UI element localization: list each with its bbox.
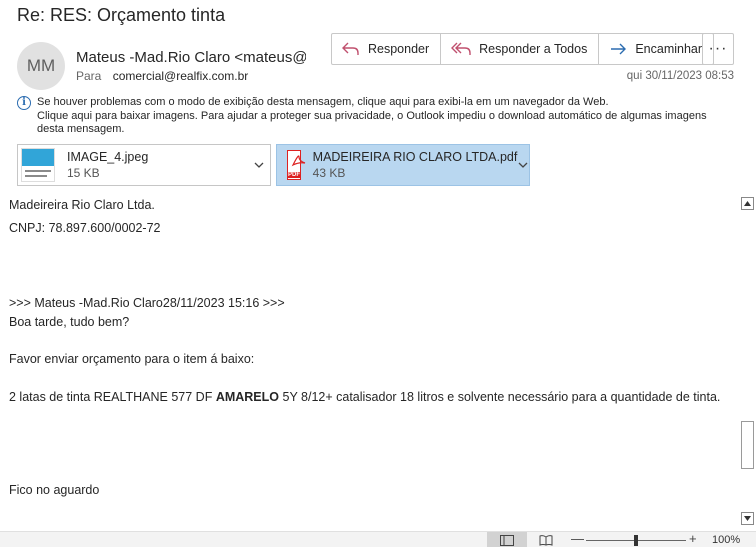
triangle-down-icon: [744, 516, 751, 521]
reply-all-icon: [451, 42, 471, 56]
zoom-in-button[interactable]: +: [689, 531, 697, 546]
reply-icon: [342, 42, 360, 56]
normal-view-icon: [500, 534, 514, 546]
reading-view-icon: [539, 534, 553, 546]
reply-all-button[interactable]: Responder a Todos: [441, 34, 600, 64]
attachment-name: MADEIREIRA RIO CLARO LTDA.pdf: [312, 150, 518, 164]
info-icon: i: [17, 96, 31, 110]
reading-view-button[interactable]: [536, 532, 556, 547]
attachment-image[interactable]: IMAGE_4.jpeg 15 KB: [17, 144, 271, 186]
sender-avatar[interactable]: MM: [17, 42, 65, 90]
pdf-label: PDF: [288, 172, 300, 178]
info-download-images[interactable]: Clique aqui para baixar imagens. Para aj…: [37, 110, 717, 137]
zoom-slider-handle[interactable]: [634, 535, 638, 546]
forward-icon: [609, 42, 627, 56]
status-bar: — + 100%: [0, 531, 756, 547]
attachment-pdf[interactable]: PDF MADEIREIRA RIO CLARO LTDA.pdf 43 KB: [276, 144, 530, 186]
item-prefix: 2 latas de tinta REALTHANE 577 DF: [9, 390, 216, 404]
forward-label: Encaminhar: [635, 42, 703, 56]
sender-name[interactable]: Mateus -Mad.Rio Claro <mateus@: [76, 49, 306, 66]
info-view-in-browser[interactable]: Se houver problemas com o modo de exibiç…: [37, 96, 717, 110]
forward-button[interactable]: Encaminhar: [599, 34, 713, 64]
body-quote-header: >>> Mateus -Mad.Rio Claro28/11/2023 15:1…: [9, 296, 285, 310]
item-color: AMARELO: [215, 390, 280, 404]
reply-all-label: Responder a Todos: [479, 42, 588, 56]
message-subject: Re: RES: Orçamento tinta: [17, 5, 226, 25]
scroll-down-button[interactable]: [741, 512, 754, 525]
body-company: Madeireira Rio Claro Ltda.: [9, 198, 155, 212]
normal-view-button[interactable]: [487, 532, 527, 547]
chevron-down-icon[interactable]: [517, 162, 529, 168]
pdf-icon: PDF: [287, 150, 306, 180]
received-date: qui 30/11/2023 08:53: [626, 70, 734, 82]
message-actions: Responder Responder a Todos Encaminhar: [331, 33, 715, 65]
info-bar[interactable]: i Se houver problemas com o modo de exib…: [17, 96, 717, 137]
attachment-size: 43 KB: [312, 166, 346, 180]
more-actions-button[interactable]: ···: [702, 33, 734, 65]
chevron-down-icon[interactable]: [248, 162, 270, 168]
scroll-thumb[interactable]: [741, 421, 754, 469]
scroll-up-button[interactable]: [741, 197, 754, 210]
reply-button[interactable]: Responder: [332, 34, 442, 64]
triangle-up-icon: [744, 201, 751, 206]
recipients-row: Para comercial@realfix.com.br: [76, 69, 248, 83]
to-label: Para: [76, 69, 102, 83]
attachment-size: 15 KB: [67, 166, 100, 180]
image-thumbnail-icon: [21, 148, 55, 182]
item-suffix: 5Y 8/12+ catalisador 18 litros e solvent…: [279, 390, 721, 404]
zoom-level[interactable]: 100%: [712, 534, 740, 546]
to-recipient[interactable]: comercial@realfix.com.br: [113, 69, 249, 83]
reply-label: Responder: [368, 42, 430, 56]
body-cnpj: CNPJ: 78.897.600/0002-72: [9, 221, 161, 235]
zoom-out-button[interactable]: —: [571, 531, 584, 546]
body-item: 2 latas de tinta REALTHANE 577 DF AMAREL…: [9, 388, 724, 406]
attachment-name: IMAGE_4.jpeg: [67, 150, 149, 164]
body-request: Favor enviar orçamento para o item á bai…: [9, 352, 255, 366]
body-greeting: Boa tarde, tudo bem?: [9, 315, 130, 329]
body-closing: Fico no aguardo: [9, 483, 100, 497]
vertical-scrollbar[interactable]: [740, 196, 756, 527]
